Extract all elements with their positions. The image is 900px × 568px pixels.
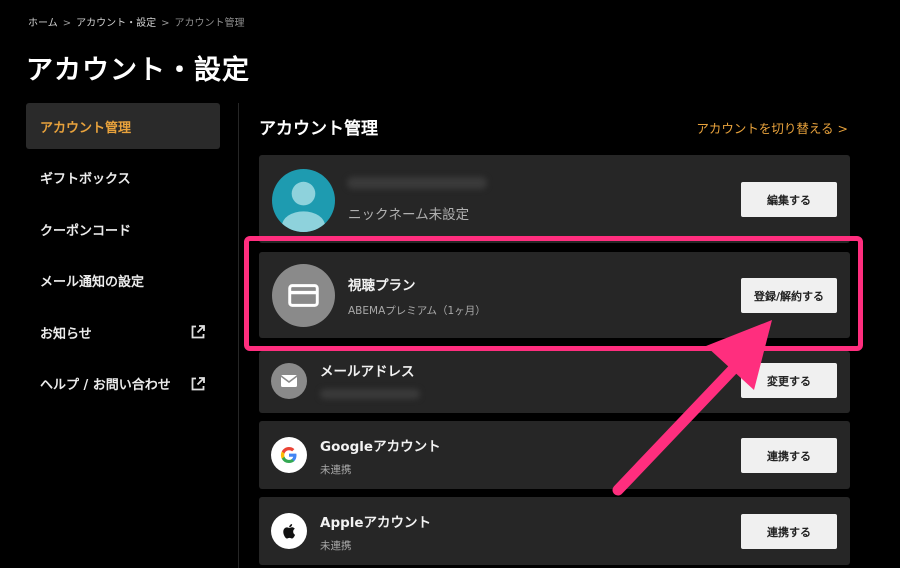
annotation-arrow (612, 320, 772, 496)
